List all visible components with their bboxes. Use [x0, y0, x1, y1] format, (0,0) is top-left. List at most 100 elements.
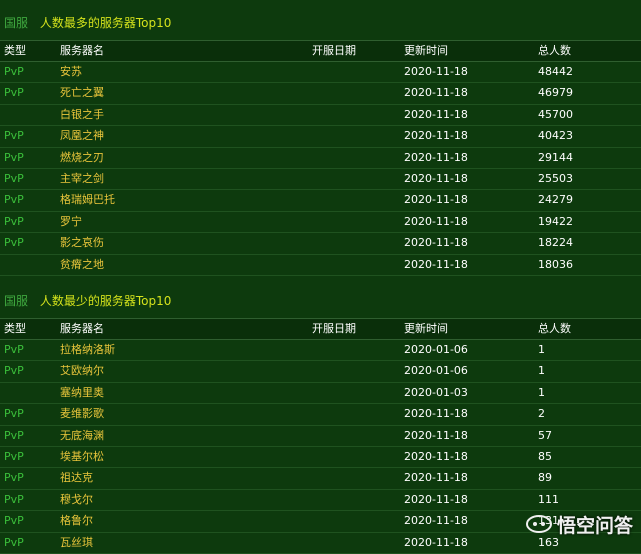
server-name-cell[interactable]: 穆戈尔 [60, 490, 93, 510]
table-row[interactable]: PvP 穆戈尔 2020-11-18 111 [0, 490, 641, 512]
server-type-cell: PvP [4, 171, 24, 185]
table-row[interactable]: 白银之手 2020-11-18 45700 [0, 105, 641, 127]
table-row[interactable]: PvP 艾欧纳尔 2020-01-06 1 [0, 361, 641, 383]
table-row[interactable]: PvP 燃烧之刃 2020-11-18 29144 [0, 148, 641, 169]
server-type-cell: PvP [4, 129, 24, 143]
server-name-cell[interactable]: 凤凰之神 [60, 126, 104, 146]
update-time-cell: 2020-11-18 [404, 407, 468, 421]
table-row[interactable]: PvP 安苏 2020-11-18 48442 [0, 62, 641, 84]
population-cell: 24279 [538, 193, 573, 207]
population-cell: 89 [538, 471, 552, 485]
server-type-cell: PvP [4, 428, 24, 442]
column-header-open-date[interactable]: 开服日期 [312, 41, 356, 61]
population-cell: 2 [538, 407, 545, 421]
server-name-cell[interactable]: 白银之手 [60, 105, 104, 125]
server-name-cell[interactable]: 燃烧之刃 [60, 148, 104, 168]
table-row[interactable]: PvP 祖达克 2020-11-18 89 [0, 468, 641, 490]
update-time-cell: 2020-11-18 [404, 65, 468, 78]
update-time-cell: 2020-01-06 [404, 343, 468, 356]
server-type-cell: PvP [4, 514, 24, 528]
server-type-cell: PvP [4, 150, 24, 164]
update-time-cell: 2020-11-18 [404, 150, 468, 164]
column-header-update-time[interactable]: 更新时间 [404, 41, 448, 61]
population-cell: 1 [538, 364, 545, 378]
server-name-cell[interactable]: 埃基尔松 [60, 447, 104, 467]
table-row[interactable]: PvP 罗宁 2020-11-18 19422 [0, 212, 641, 234]
table-row[interactable]: PvP 埃基尔松 2020-11-18 85 [0, 447, 641, 469]
column-header-name[interactable]: 服务器名 [60, 319, 104, 339]
column-header-count[interactable]: 总人数 [538, 41, 571, 61]
table-row[interactable]: PvP 格瑞姆巴托 2020-11-18 24279 [0, 190, 641, 212]
update-time-cell: 2020-11-18 [404, 257, 468, 271]
server-type-cell: PvP [4, 471, 24, 485]
population-cell: 85 [538, 449, 552, 463]
server-type-cell: PvP [4, 407, 24, 421]
population-cell: 46979 [538, 86, 573, 100]
population-cell: 57 [538, 428, 552, 442]
population-cell: 40423 [538, 129, 573, 143]
server-type-cell: PvP [4, 65, 24, 78]
server-type-cell: PvP [4, 449, 24, 463]
server-type-cell: PvP [4, 492, 24, 506]
table-header: 类型 服务器名 开服日期 更新时间 总人数 [0, 40, 641, 62]
server-name-cell[interactable]: 安苏 [60, 62, 82, 82]
server-name-cell[interactable]: 祖达克 [60, 468, 93, 488]
server-type-cell: PvP [4, 86, 24, 100]
table-row[interactable]: PvP 影之哀伤 2020-11-18 18224 [0, 233, 641, 255]
server-type-cell: PvP [4, 343, 24, 356]
server-name-cell[interactable]: 无底海渊 [60, 426, 104, 446]
update-time-cell: 2020-11-18 [404, 449, 468, 463]
column-header-type[interactable]: 类型 [4, 319, 26, 339]
top-table-body: PvP 安苏 2020-11-18 48442 PvP 死亡之翼 2020-11-18 469… [0, 62, 641, 276]
table-row[interactable]: PvP 死亡之翼 2020-11-18 46979 [0, 83, 641, 105]
section-title: 国服 人数最少的服务器Top10 [0, 284, 641, 318]
update-time-cell: 2020-11-18 [404, 492, 468, 506]
server-name-cell[interactable]: 影之哀伤 [60, 233, 104, 253]
population-cell: 48442 [538, 65, 573, 78]
server-name-cell[interactable]: 塞纳里奥 [60, 383, 104, 403]
update-time-cell: 2020-11-18 [404, 514, 468, 528]
update-time-cell: 2020-11-18 [404, 471, 468, 485]
update-time-cell: 2020-11-18 [404, 428, 468, 442]
wukong-logo-icon [525, 515, 552, 533]
table-row[interactable]: 贫瘠之地 2020-11-18 18036 [0, 255, 641, 276]
table-header: 类型 服务器名 开服日期 更新时间 总人数 [0, 318, 641, 340]
column-header-count[interactable]: 总人数 [538, 319, 571, 339]
server-name-cell[interactable]: 艾欧纳尔 [60, 361, 104, 381]
population-cell: 19422 [538, 214, 573, 228]
update-time-cell: 2020-11-18 [404, 236, 468, 250]
server-name-cell[interactable]: 格鲁尔 [60, 511, 93, 531]
table-row[interactable]: PvP 无底海渊 2020-11-18 57 [0, 426, 641, 447]
table-row[interactable]: PvP 麦维影歌 2020-11-18 2 [0, 404, 641, 426]
update-time-cell: 2020-11-18 [404, 171, 468, 185]
server-name-cell[interactable]: 拉格纳洛斯 [60, 340, 115, 360]
server-name-cell[interactable]: 罗宁 [60, 212, 82, 232]
section-title: 国服 人数最多的服务器Top10 [0, 6, 641, 40]
update-time-cell: 2020-11-18 [404, 214, 468, 228]
server-name-cell[interactable]: 主宰之剑 [60, 169, 104, 189]
table-row[interactable]: PvP 凤凰之神 2020-11-18 40423 [0, 126, 641, 148]
region-label: 国服 [4, 294, 29, 308]
population-cell: 1 [538, 385, 545, 399]
population-cell: 18036 [538, 257, 573, 271]
column-header-open-date[interactable]: 开服日期 [312, 319, 356, 339]
column-header-type[interactable]: 类型 [4, 41, 26, 61]
update-time-cell: 2020-11-18 [404, 193, 468, 207]
server-name-cell[interactable]: 贫瘠之地 [60, 255, 104, 275]
watermark: 悟空问答 [525, 509, 633, 539]
server-type-cell: PvP [4, 193, 24, 207]
table-row[interactable]: 塞纳里奥 2020-01-03 1 [0, 383, 641, 405]
server-name-cell[interactable]: 格瑞姆巴托 [60, 190, 115, 210]
table-row[interactable]: PvP 主宰之剑 2020-11-18 25503 [0, 169, 641, 191]
server-type-cell: PvP [4, 236, 24, 250]
population-cell: 1 [538, 343, 545, 356]
section-caption: 人数最多的服务器Top10 [39, 16, 172, 30]
update-time-cell: 2020-01-03 [404, 385, 468, 399]
server-name-cell[interactable]: 死亡之翼 [60, 83, 104, 103]
population-cell: 18224 [538, 236, 573, 250]
table-row[interactable]: PvP 拉格纳洛斯 2020-01-06 1 [0, 340, 641, 362]
column-header-name[interactable]: 服务器名 [60, 41, 104, 61]
watermark-text: 悟空问答 [556, 514, 633, 537]
column-header-update-time[interactable]: 更新时间 [404, 319, 448, 339]
server-name-cell[interactable]: 麦维影歌 [60, 404, 104, 424]
